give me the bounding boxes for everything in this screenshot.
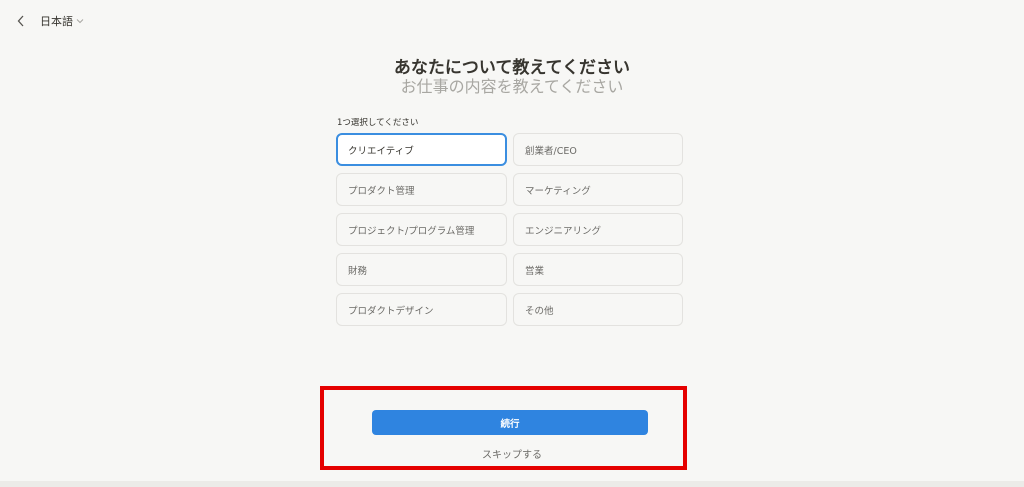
skip-link[interactable]: スキップする	[0, 446, 1024, 461]
option-product-design[interactable]: プロダクトデザイン	[336, 293, 507, 326]
topbar: 日本語	[14, 12, 84, 30]
option-marketing[interactable]: マーケティング	[513, 173, 683, 206]
back-button[interactable]	[14, 12, 28, 30]
continue-button[interactable]: 続行	[372, 410, 648, 435]
onboarding-page: 日本語 あなたについて教えてください お仕事の内容を教えてください 1つ選択して…	[0, 0, 1024, 487]
option-label: エンジニアリング	[525, 225, 602, 237]
role-options: クリエイティブ 創業者/CEO プロダクト管理 マーケティング プロジェクト/プ…	[336, 133, 683, 326]
option-product-management[interactable]: プロダクト管理	[336, 173, 507, 206]
option-project-program-management[interactable]: プロジェクト/プログラム管理	[336, 213, 507, 246]
option-label: プロダクト管理	[348, 185, 415, 197]
option-other[interactable]: その他	[513, 293, 683, 326]
option-creative[interactable]: クリエイティブ	[336, 133, 507, 166]
language-label: 日本語	[40, 15, 73, 28]
option-engineering[interactable]: エンジニアリング	[513, 213, 683, 246]
option-sales[interactable]: 営業	[513, 253, 683, 286]
page-subtitle: お仕事の内容を教えてください	[400, 77, 624, 96]
option-label: 財務	[348, 265, 368, 277]
language-selector[interactable]: 日本語	[40, 13, 84, 29]
option-label: マーケティング	[525, 185, 591, 197]
option-label: 営業	[525, 265, 545, 277]
bottom-edge	[0, 481, 1024, 487]
option-founder-ceo[interactable]: 創業者/CEO	[513, 133, 683, 166]
chevron-down-icon	[76, 18, 84, 24]
option-label: 創業者/CEO	[525, 145, 577, 157]
option-label: プロダクトデザイン	[348, 305, 434, 317]
option-label: クリエイティブ	[348, 145, 414, 157]
option-finance[interactable]: 財務	[336, 253, 507, 286]
chevron-left-icon	[17, 15, 24, 27]
option-label: プロジェクト/プログラム管理	[348, 225, 475, 237]
option-label: その他	[525, 305, 554, 317]
selection-prompt: 1つ選択してください	[337, 118, 419, 128]
